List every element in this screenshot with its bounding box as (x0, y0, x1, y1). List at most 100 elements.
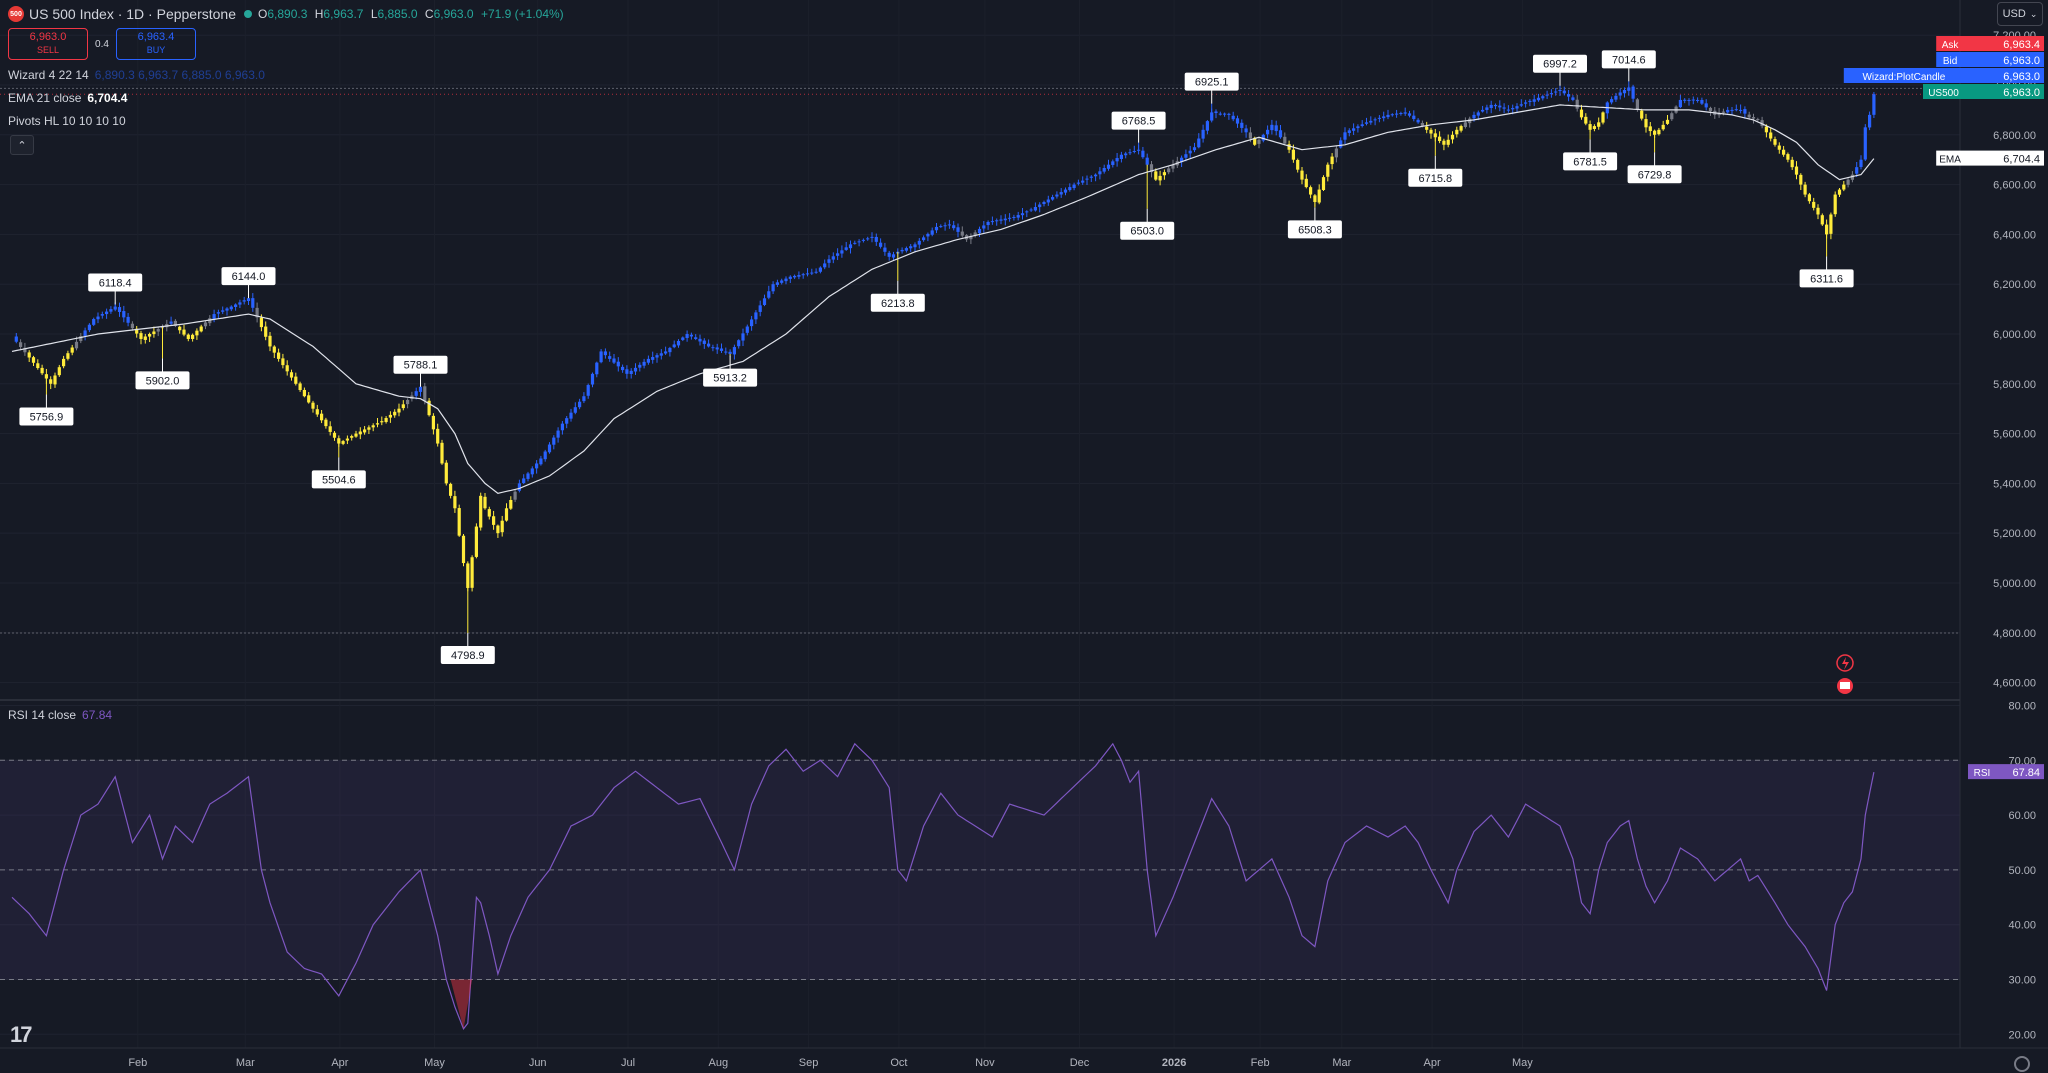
candle-body (1008, 217, 1012, 219)
candle-body (1068, 187, 1072, 191)
candle-body (1485, 107, 1489, 110)
pivot-label: 4798.9 (451, 650, 485, 662)
candle-body (758, 305, 762, 312)
candle-body (1734, 109, 1738, 111)
candle-body (1721, 111, 1725, 113)
candle-body (552, 437, 556, 445)
ohlc-high: 6,963.7 (323, 7, 364, 21)
candle-body (982, 225, 986, 229)
ohlc-close-key: C (424, 7, 434, 21)
candle-body (1704, 103, 1708, 108)
candle-body (1326, 164, 1330, 177)
candle-body (277, 352, 281, 359)
candle-body (384, 418, 388, 422)
candle-body (1532, 99, 1536, 102)
candle-body (66, 353, 70, 359)
candle-body (1459, 126, 1463, 131)
candle-body (1278, 130, 1283, 138)
candle-body (651, 357, 655, 360)
candle-body (1493, 104, 1498, 107)
candle-body (1562, 90, 1566, 94)
candle-body (504, 508, 509, 521)
candle-body (539, 458, 543, 465)
candle-body (1330, 156, 1334, 165)
candle-body (1227, 113, 1231, 115)
candle-body (1803, 184, 1807, 195)
candle-body (1033, 207, 1037, 211)
candle-body (612, 358, 616, 363)
indicator-ema[interactable]: EMA 21 close 6,704.4 (8, 91, 127, 105)
candle-body (272, 346, 276, 353)
candle-body (1029, 209, 1033, 211)
candle-body (1188, 150, 1192, 154)
candle-body (754, 312, 758, 320)
candle-body (1790, 159, 1794, 168)
pivot-label: 6925.1 (1195, 77, 1229, 89)
candle-body (178, 326, 182, 331)
currency-selector[interactable]: USD ⌄ (1997, 2, 2043, 26)
candle-body (1184, 154, 1188, 158)
sell-button[interactable]: 6,963.0 SELL (8, 28, 88, 60)
candle-body (1554, 91, 1558, 93)
candle-body (595, 362, 599, 375)
candle-body (681, 337, 685, 340)
price-tick-label: 4,800.00 (1993, 628, 2036, 640)
indicator-pivots[interactable]: Pivots HL 10 10 10 10 (8, 114, 126, 128)
rsi-tick-label: 50.00 (2008, 865, 2036, 877)
candle-body (1837, 189, 1842, 195)
candle-body (298, 383, 302, 391)
candle-body (483, 496, 487, 509)
chevron-up-icon: ⌃ (17, 139, 27, 152)
pivot-label: 7014.6 (1612, 54, 1646, 66)
chart-root[interactable]: 5756.9 6118.4 5902.0 6144.0 5504.6 5788.1 4798… (0, 0, 2048, 1073)
collapse-legend-button[interactable]: ⌃ (10, 135, 34, 155)
candle-body (1859, 159, 1863, 167)
candle-body (311, 402, 315, 409)
candle-body (1334, 148, 1338, 158)
candle-body (578, 401, 582, 408)
candle-body (1820, 215, 1824, 225)
candle-body (831, 256, 835, 260)
indicator-rsi[interactable]: RSI 14 close 67.84 (8, 708, 112, 722)
candle-body (1076, 182, 1080, 184)
price-tag-value: 6,963.0 (2003, 87, 2040, 99)
candle-body (857, 241, 861, 243)
buy-label: BUY (146, 45, 166, 55)
market-open-dot (244, 10, 253, 18)
candle-body (1872, 94, 1876, 115)
indicator-wizard[interactable]: Wizard 4 22 14 6,890.3 6,963.7 6,885.0 6,… (8, 68, 265, 82)
candle-body (1799, 174, 1803, 185)
chart-svg[interactable]: 5756.9 6118.4 5902.0 6144.0 5504.6 5788.1 4798… (0, 0, 2048, 1073)
candle-body (1670, 113, 1674, 120)
candle-body (1700, 99, 1704, 104)
sell-price: 6,963.0 (29, 31, 67, 43)
candle-body (1197, 138, 1201, 148)
flag-glyph (1840, 682, 1850, 689)
time-tick-label: Mar (236, 1057, 255, 1069)
gear-icon[interactable] (2014, 1056, 2030, 1072)
rsi-zone (0, 759, 1960, 980)
candle-body (1429, 129, 1433, 134)
candle-body (797, 275, 801, 277)
symbol-title[interactable]: US 500 Index · 1D · Pepperstone (29, 6, 236, 22)
candle-body (853, 242, 857, 244)
time-tick-label: Feb (1251, 1057, 1270, 1069)
candle-body (96, 316, 100, 320)
candle-body (1382, 116, 1386, 119)
tradingview-logo[interactable]: 17 (10, 1022, 33, 1048)
candle-body (543, 451, 547, 460)
candle-body (913, 244, 917, 248)
event-markers[interactable] (1836, 654, 1854, 694)
candle-body (436, 428, 440, 444)
candle-body (1356, 126, 1360, 129)
candle-body (1244, 128, 1248, 133)
pivot-label: 6508.3 (1298, 224, 1332, 236)
candle-body (879, 242, 883, 247)
candle-body (956, 227, 960, 232)
buy-button[interactable]: 6,963.4 BUY (116, 28, 196, 60)
candle-body (44, 374, 48, 379)
candle-body (909, 246, 913, 249)
candle-body (1304, 178, 1308, 188)
candle-body (719, 348, 724, 351)
candle-body (547, 444, 552, 453)
